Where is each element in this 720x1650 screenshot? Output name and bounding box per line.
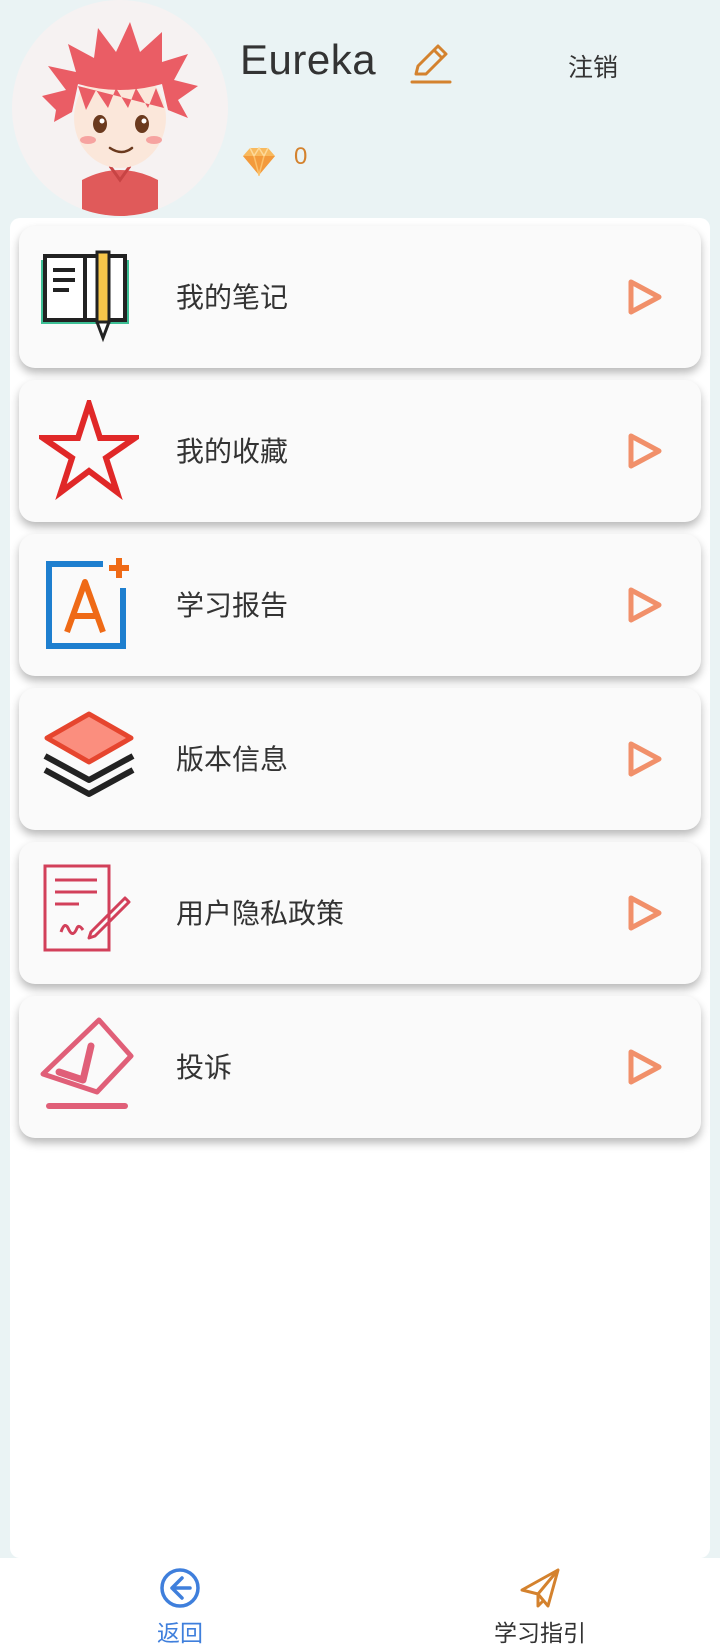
diamond-icon [242, 146, 276, 178]
back-button[interactable]: 返回 [80, 1558, 280, 1650]
star-icon [39, 400, 139, 500]
play-arrow-icon [625, 740, 665, 778]
play-arrow-icon [625, 278, 665, 316]
menu-item-study-report[interactable]: 学习报告 [19, 534, 701, 676]
report-grade-icon [39, 554, 139, 654]
menu-item-label: 投诉 [176, 1051, 233, 1084]
gem-count: 0 [294, 143, 308, 170]
back-circle-arrow-icon [158, 1566, 202, 1610]
study-guide-label: 学习指引 [494, 1621, 586, 1647]
layers-icon [39, 708, 139, 808]
menu-item-privacy-policy[interactable]: 用户隐私政策 [19, 842, 701, 984]
cartoon-boy-avatar-icon [42, 22, 198, 216]
study-guide-button[interactable]: 学习指引 [440, 1558, 640, 1650]
play-arrow-icon [625, 586, 665, 624]
menu-item-my-favorites[interactable]: 我的收藏 [19, 380, 701, 522]
notebook-icon [39, 246, 139, 346]
edit-profile-button[interactable] [406, 40, 454, 88]
menu-item-version-info[interactable]: 版本信息 [19, 688, 701, 830]
menu-item-label: 版本信息 [176, 743, 289, 776]
logout-button[interactable]: 注销 [568, 48, 618, 84]
play-arrow-icon [625, 894, 665, 932]
menu-item-label: 学习报告 [176, 589, 289, 622]
avatar[interactable] [12, 0, 228, 216]
play-arrow-icon [625, 1048, 665, 1086]
paper-plane-icon [518, 1566, 562, 1610]
pencil-icon [410, 44, 452, 84]
menu-item-complaint[interactable]: 投诉 [19, 996, 701, 1138]
signed-document-icon [39, 862, 139, 962]
menu-item-label: 用户隐私政策 [176, 897, 345, 930]
bottom-nav-bar: 返回 学习指引 [0, 1558, 720, 1650]
menu-item-label: 我的收藏 [176, 435, 289, 468]
play-arrow-icon [625, 432, 665, 470]
complaint-ballot-icon [39, 1016, 139, 1116]
menu-item-label: 我的笔记 [176, 281, 289, 314]
username: Eureka [240, 36, 377, 83]
back-label: 返回 [157, 1621, 203, 1647]
menu-item-my-notes[interactable]: 我的笔记 [19, 226, 701, 368]
profile-header: Eureka 注销 0 [0, 0, 720, 220]
